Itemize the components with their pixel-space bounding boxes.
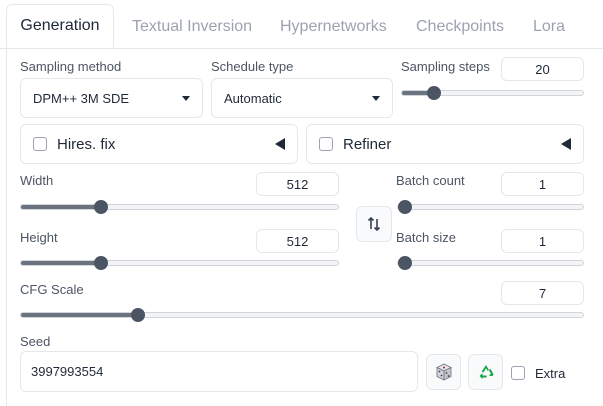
sampling-method-dropdown[interactable]: DPM++ 3M SDE <box>20 78 203 118</box>
cfg-scale-label: CFG Scale <box>20 282 84 297</box>
swap-dimensions-button[interactable] <box>356 206 392 242</box>
seed-input[interactable]: 3997993554 <box>20 351 418 392</box>
sampling-steps-slider[interactable] <box>401 86 584 100</box>
slider-thumb[interactable] <box>94 256 108 270</box>
slider-thumb[interactable] <box>398 200 412 214</box>
width-slider[interactable] <box>20 200 339 214</box>
collapse-arrow-icon[interactable] <box>561 138 571 150</box>
tab-lora[interactable]: Lora <box>533 18 565 36</box>
tab-hypernetworks[interactable]: Hypernetworks <box>280 18 387 36</box>
slider-fill <box>21 205 101 209</box>
random-seed-button[interactable] <box>426 354 461 390</box>
panel-border <box>6 48 7 406</box>
slider-thumb[interactable] <box>94 200 108 214</box>
refiner-label: Refiner <box>343 135 392 153</box>
batch-count-input[interactable]: 1 <box>501 172 584 196</box>
collapse-arrow-icon[interactable] <box>275 138 285 150</box>
sampling-method-value: DPM++ 3M SDE <box>33 90 130 106</box>
seed-label: Seed <box>20 334 51 349</box>
batch-count-slider[interactable] <box>397 200 584 214</box>
chevron-down-icon <box>182 95 190 101</box>
cfg-scale-input[interactable]: 7 <box>501 281 584 305</box>
refiner-accordion[interactable]: Refiner <box>306 124 584 164</box>
recycle-icon <box>479 365 493 379</box>
tab-generation[interactable]: Generation <box>6 4 114 48</box>
batch-size-input[interactable]: 1 <box>501 229 584 253</box>
tab-textual-inversion[interactable]: Textual Inversion <box>132 18 252 36</box>
slider-thumb[interactable] <box>427 86 441 100</box>
slider-thumb[interactable] <box>131 308 145 322</box>
schedule-type-value: Automatic <box>224 90 282 106</box>
hires-fix-label: Hires. fix <box>57 135 116 153</box>
refiner-checkbox[interactable] <box>319 137 333 151</box>
sampling-steps-label: Sampling steps <box>401 59 490 74</box>
batch-size-slider[interactable] <box>397 256 584 270</box>
schedule-type-dropdown[interactable]: Automatic <box>211 78 393 118</box>
hires-fix-accordion[interactable]: Hires. fix <box>20 124 298 164</box>
height-input[interactable]: 512 <box>256 229 339 253</box>
slider-fill <box>21 261 101 265</box>
height-slider[interactable] <box>20 256 339 270</box>
chevron-down-icon <box>372 95 380 101</box>
sampling-method-label: Sampling method <box>20 59 122 74</box>
hires-fix-checkbox[interactable] <box>33 137 47 151</box>
dice-icon <box>435 363 452 381</box>
slider-fill <box>21 313 138 317</box>
height-label: Height <box>20 230 58 245</box>
extra-seed-label: Extra <box>535 366 566 381</box>
slider-thumb[interactable] <box>398 256 412 270</box>
reuse-seed-button[interactable] <box>468 354 503 390</box>
batch-size-label: Batch size <box>396 230 456 245</box>
extra-seed-checkbox[interactable] <box>511 366 525 380</box>
schedule-type-label: Schedule type <box>211 59 294 74</box>
swap-dimensions-icon <box>367 216 381 232</box>
width-label: Width <box>20 173 54 188</box>
tab-bar: Generation Textual Inversion Hypernetwor… <box>0 0 603 49</box>
batch-count-label: Batch count <box>396 173 465 188</box>
sampling-steps-input[interactable]: 20 <box>501 57 584 81</box>
cfg-scale-slider[interactable] <box>20 308 584 322</box>
width-input[interactable]: 512 <box>256 172 339 196</box>
tab-checkpoints[interactable]: Checkpoints <box>416 18 504 36</box>
